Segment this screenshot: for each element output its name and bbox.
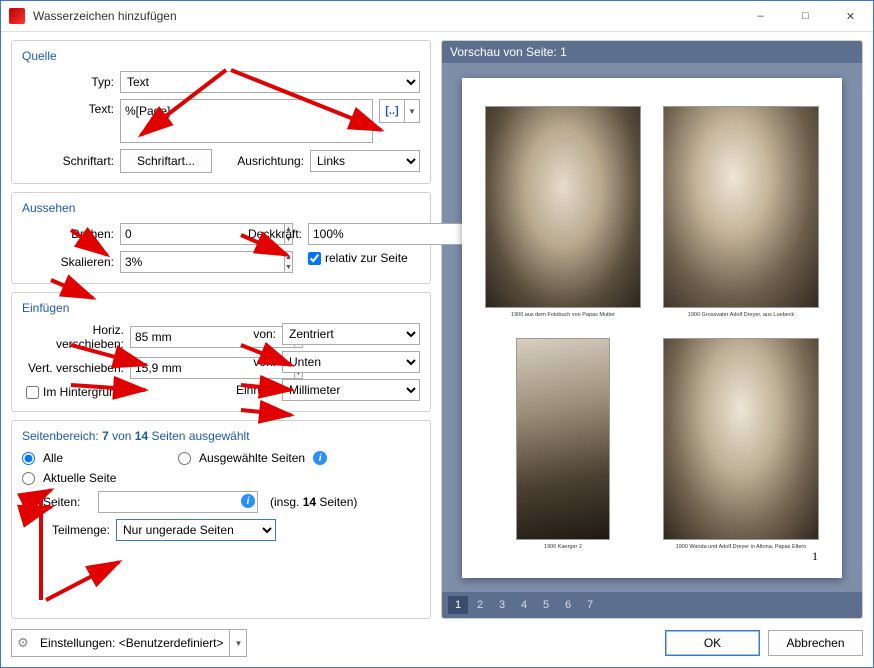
page-range-title: Seitenbereich: 7 von 14 Seiten ausgewähl… bbox=[22, 429, 420, 443]
font-button[interactable]: Schriftart... bbox=[120, 149, 212, 173]
radio-current-label[interactable]: Aktuelle Seite bbox=[22, 471, 116, 485]
radio-range-label[interactable]: Seiten: bbox=[22, 495, 92, 509]
appearance-title: Aussehen bbox=[22, 201, 420, 215]
radio-all[interactable] bbox=[22, 452, 35, 465]
preview-area: 1900 aus dem Fotobuch von Papas Mutter 1… bbox=[442, 63, 862, 592]
page-tab[interactable]: 5 bbox=[536, 596, 556, 614]
hshift-label: Horiz. verschieben: bbox=[22, 323, 124, 351]
source-panel: Quelle Typ: Text Text: [..] ▼ bbox=[11, 40, 431, 184]
hfrom-label: von: bbox=[228, 327, 276, 341]
font-label: Schriftart: bbox=[22, 154, 114, 168]
subset-select[interactable]: Nur ungerade Seiten bbox=[116, 519, 276, 541]
insert-macro-button[interactable]: [..] bbox=[379, 99, 405, 123]
background-checkbox-label[interactable]: Im Hintergrund bbox=[26, 385, 122, 399]
align-label: Ausrichtung: bbox=[237, 154, 304, 168]
maximize-button[interactable]: □ bbox=[783, 1, 828, 31]
page-range-panel: Seitenbereich: 7 von 14 Seiten ausgewähl… bbox=[11, 420, 431, 619]
close-button[interactable]: ✕ bbox=[828, 1, 873, 31]
opacity-label: Deckkraft: bbox=[240, 227, 302, 241]
unit-label: Einheit: bbox=[228, 383, 276, 397]
watermark-text-input[interactable] bbox=[120, 99, 373, 143]
cancel-button[interactable]: Abbrechen bbox=[768, 630, 863, 656]
preview-photo bbox=[663, 338, 819, 540]
page-tab[interactable]: 7 bbox=[580, 596, 600, 614]
titlebar: Wasserzeichen hinzufügen – □ ✕ bbox=[1, 1, 873, 32]
page-tab[interactable]: 2 bbox=[470, 596, 490, 614]
window-title: Wasserzeichen hinzufügen bbox=[33, 9, 738, 23]
opacity-input[interactable] bbox=[308, 223, 472, 245]
total-pages: (insg. 14 Seiten) bbox=[270, 495, 357, 509]
unit-select[interactable]: Millimeter bbox=[282, 379, 420, 401]
preview-photo bbox=[485, 106, 641, 308]
vshift-label: Vert. verschieben: bbox=[22, 361, 124, 375]
dialog-window: Wasserzeichen hinzufügen – □ ✕ Quelle Ty… bbox=[0, 0, 874, 668]
preview-page: 1900 aus dem Fotobuch von Papas Mutter 1… bbox=[462, 78, 842, 578]
page-tab[interactable]: 6 bbox=[558, 596, 578, 614]
radio-selected-label[interactable]: Ausgewählte Seiten i bbox=[178, 451, 327, 465]
placement-panel: Einfügen Horiz. verschieben: ▲▼ bbox=[11, 292, 431, 412]
radio-all-label[interactable]: Alle bbox=[22, 451, 172, 465]
rotate-label: Drehen: bbox=[22, 227, 114, 241]
dialog-footer: ⚙ Einstellungen: <Benutzerdefiniert> ▼ O… bbox=[11, 629, 863, 657]
radio-selected[interactable] bbox=[178, 452, 191, 465]
page-range-input[interactable] bbox=[98, 491, 258, 513]
page-tab[interactable]: 3 bbox=[492, 596, 512, 614]
align-select[interactable]: Links bbox=[310, 150, 420, 172]
chevron-down-icon: ▼ bbox=[229, 630, 246, 656]
preview-page-tabs: 1 2 3 4 5 6 7 bbox=[442, 592, 862, 618]
page-number-watermark: 1 bbox=[812, 549, 818, 564]
page-tab[interactable]: 4 bbox=[514, 596, 534, 614]
preview-photo bbox=[516, 338, 610, 540]
insert-macro-dropdown[interactable]: ▼ bbox=[405, 99, 420, 123]
scale-label: Skalieren: bbox=[22, 255, 114, 269]
text-label: Text: bbox=[22, 99, 114, 116]
preview-title: Vorschau von Seite: 1 bbox=[442, 41, 862, 63]
info-icon[interactable]: i bbox=[241, 494, 255, 508]
radio-current[interactable] bbox=[22, 472, 35, 485]
subset-label: Teilmenge: bbox=[46, 523, 110, 537]
placement-title: Einfügen bbox=[22, 301, 420, 315]
type-select[interactable]: Text bbox=[120, 71, 420, 93]
relative-checkbox-label[interactable]: relativ zur Seite bbox=[308, 251, 408, 265]
settings-dropdown[interactable]: ⚙ Einstellungen: <Benutzerdefiniert> ▼ bbox=[11, 629, 247, 657]
appearance-panel: Aussehen Drehen: ▲▼ Skaliere bbox=[11, 192, 431, 284]
preview-panel: Vorschau von Seite: 1 1900 aus dem Fotob… bbox=[441, 40, 863, 619]
ok-button[interactable]: OK bbox=[665, 630, 760, 656]
gear-icon: ⚙ bbox=[12, 635, 34, 651]
app-icon bbox=[9, 8, 25, 24]
vfrom-select[interactable]: Unten bbox=[282, 351, 420, 373]
page-tab[interactable]: 1 bbox=[448, 596, 468, 614]
type-label: Typ: bbox=[22, 75, 114, 89]
background-checkbox[interactable] bbox=[26, 386, 39, 399]
hfrom-select[interactable]: Zentriert bbox=[282, 323, 420, 345]
vfrom-label: von: bbox=[228, 355, 276, 369]
radio-range[interactable] bbox=[22, 496, 35, 509]
relative-checkbox[interactable] bbox=[308, 252, 321, 265]
source-title: Quelle bbox=[22, 49, 420, 63]
minimize-button[interactable]: – bbox=[738, 1, 783, 31]
preview-photo bbox=[663, 106, 819, 308]
info-icon[interactable]: i bbox=[313, 451, 327, 465]
